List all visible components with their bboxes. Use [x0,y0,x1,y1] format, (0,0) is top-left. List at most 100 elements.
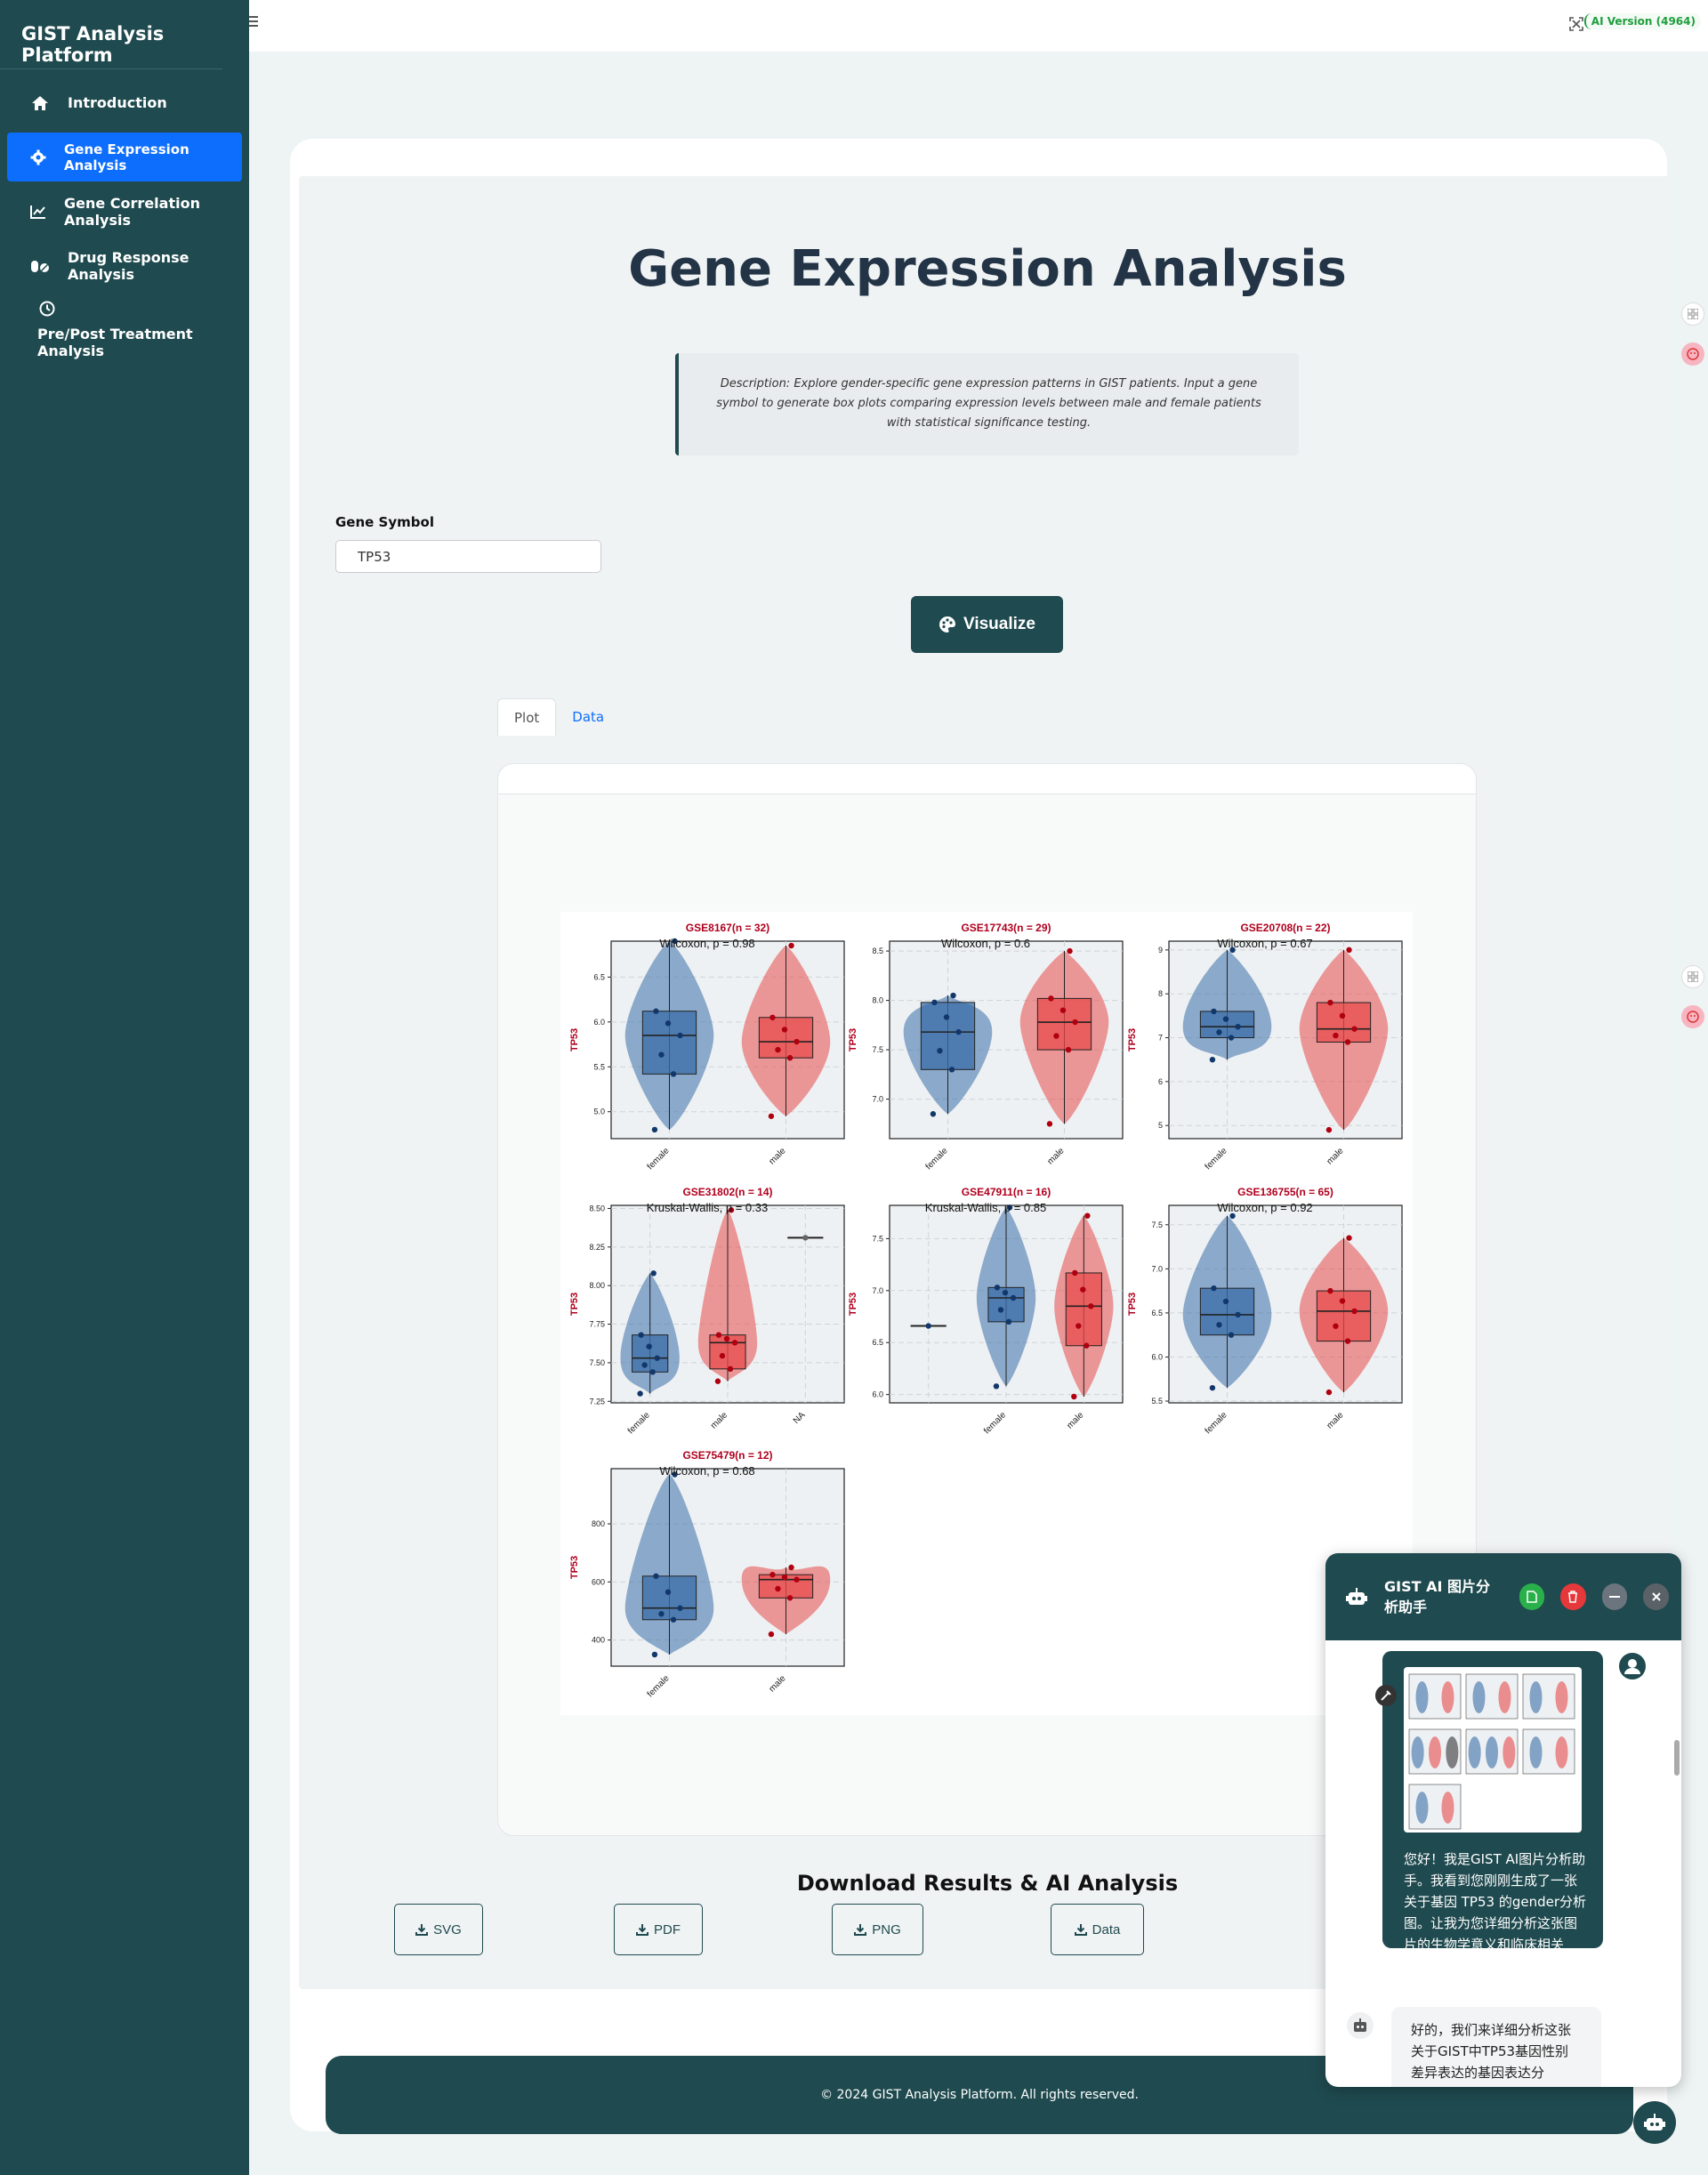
data-point [1339,1012,1346,1019]
box [1316,1290,1372,1342]
data-point [1333,1323,1339,1329]
thumb-violin [1472,1681,1486,1713]
data-point [948,1067,955,1073]
test-annotation: Wilcoxon, p = 0.92 [1217,1201,1312,1214]
close-chat-button[interactable] [1643,1583,1669,1610]
box [641,1011,697,1075]
assistant-face-icon[interactable] [1681,1005,1704,1028]
gene-symbol-input[interactable] [335,540,601,573]
menu-toggle-icon[interactable] [249,16,258,28]
data-point [1076,1323,1082,1329]
y-tick-label: 6.0 [872,1390,883,1399]
data-point [1216,1322,1222,1328]
sidebar-item-label: Gene Expression Analysis [64,141,189,173]
download-icon [636,1923,649,1936]
data-point [665,1589,672,1595]
x-tick-label: female [646,1146,672,1172]
y-tick-label: 6.0 [1151,1352,1163,1361]
y-tick-label: 400 [592,1636,605,1645]
data-point [715,1332,722,1338]
y-axis-label: TP53 [1127,1293,1138,1316]
test-annotation: Wilcoxon, p = 0.68 [659,1464,754,1478]
sidebar-item-gene-expression[interactable]: Gene Expression Analysis [7,133,242,181]
y-tick-label: 7.0 [872,1286,883,1295]
data-point [1005,1318,1012,1325]
data-point [993,1383,1000,1390]
x-tick-label: male [1325,1146,1346,1166]
x-tick-label: female [1204,1146,1229,1172]
download-data-button[interactable]: Data [1051,1904,1144,1955]
data-point [1084,1212,1091,1219]
chat-header: GIST AI 图片分析助手 [1325,1553,1681,1640]
y-tick-label: 8.00 [589,1281,605,1290]
x-tick-label: male [1046,1146,1067,1166]
grid-icon[interactable] [1681,302,1704,326]
sidebar-item-pre-post-treatment[interactable]: Pre/Post Treatment Analysis [7,295,242,363]
y-tick-label: 5.0 [593,1108,605,1116]
chat-toggle-button[interactable] [1633,2101,1676,2144]
data-point [727,1365,734,1373]
x-tick-label: female [1204,1410,1229,1436]
tab-plot[interactable]: Plot [497,698,557,736]
x-tick-label: female [924,1146,950,1172]
minimize-chat-button[interactable] [1601,1583,1628,1610]
sidebar-item-label: Pre/Post Treatment Analysis [37,326,193,359]
data-point [637,1390,643,1397]
data-point [1010,1294,1017,1301]
fullscreen-icon[interactable] [1569,17,1583,31]
expression-panel: GSE8167(n = 32) 5.0 5.5 6.0 6.5 TP53 female mal… [569,922,845,1172]
sidebar-item-label: Introduction [68,94,167,111]
data-point [788,942,794,949]
x-tick-label: NA [792,1410,808,1426]
x-tick-label: male [1065,1410,1085,1430]
y-tick-label: 800 [592,1519,605,1528]
grid-icon[interactable] [1681,965,1704,988]
download-svg-button[interactable]: SVG [394,1904,483,1955]
expression-panel: GSE31802(n = 14) 7.25 7.50 7.75 8.00 8.25 8.50… [569,1186,845,1436]
thumb-violin [1446,1736,1459,1768]
data-point [1211,1285,1217,1292]
data-point [775,1585,781,1592]
download-pdf-button[interactable]: PDF [614,1904,703,1955]
data-point [768,1113,775,1119]
x-tick-label: male [768,1673,788,1694]
edit-image-icon[interactable] [1375,1685,1397,1706]
y-tick-label: 7.5 [872,1234,883,1243]
line-chart-icon [30,202,46,222]
data-point [670,1616,677,1623]
ai-chat-panel: GIST AI 图片分析助手 您好！我是GIST AI图片分析助手。我看到您刚刚… [1325,1553,1681,2087]
save-chat-button[interactable] [1519,1583,1545,1610]
top-bar: AI Version (4964) [249,0,1708,52]
data-point [1216,1029,1222,1035]
tab-data[interactable]: Data [556,698,620,736]
y-tick-label: 9 [1158,946,1163,955]
test-annotation: Kruskal-Wallis, p = 0.85 [925,1201,1046,1214]
plot-image: GSE8167(n = 32) 5.0 5.5 6.0 6.5 TP53 female mal… [560,912,1413,1715]
data-point [1235,1311,1241,1318]
y-axis-label: TP53 [569,1028,580,1051]
visualize-button[interactable]: Visualize [911,596,1063,653]
y-tick-label: 7 [1158,1034,1163,1043]
chat-scrollbar[interactable] [1674,1740,1680,2087]
sidebar-item-label: Gene Correlation Analysis [64,194,200,229]
sidebar-item-gene-correlation[interactable]: Gene Correlation Analysis [7,187,242,236]
box [1036,997,1092,1051]
visualize-label: Visualize [963,615,1035,633]
data-point [1088,1303,1094,1309]
y-tick-label: 8.50 [589,1204,605,1212]
user-message-text: 您好！我是GIST AI图片分析助手。我看到您刚刚生成了一张关于基因 TP53 … [1404,1851,1587,1974]
download-png-button[interactable]: PNG [832,1904,923,1955]
sidebar-item-drug-response[interactable]: Drug Response Analysis [7,241,242,290]
data-point [1235,1024,1241,1030]
data-point [714,1378,721,1384]
clear-chat-button[interactable] [1560,1583,1586,1610]
y-tick-label: 8 [1158,989,1163,998]
data-point [1046,1121,1053,1127]
assistant-face-icon[interactable] [1681,342,1704,366]
data-point [658,1611,665,1617]
thumb-violin [1415,1792,1429,1824]
sidebar-item-introduction[interactable]: Introduction [7,78,242,127]
thumb-violin [1468,1736,1481,1768]
data-point [719,1352,726,1359]
thumb-violin [1441,1681,1454,1713]
